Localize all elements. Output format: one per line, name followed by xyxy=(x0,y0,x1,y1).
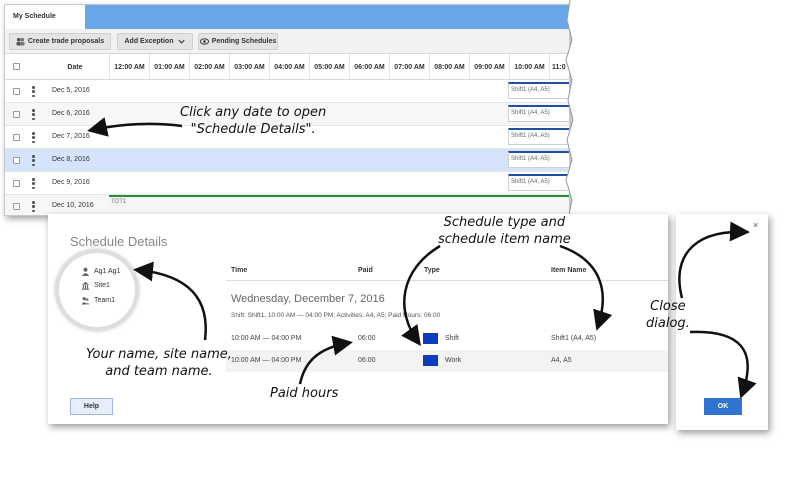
eye-icon xyxy=(199,38,209,45)
schedule-row[interactable]: Dec 8, 2016 Shift1 (A4, A5) xyxy=(5,149,569,172)
dialog-right-fragment: × OK xyxy=(676,214,768,430)
date-column-header[interactable]: Date xyxy=(41,54,109,80)
detail-paid: 06:00 xyxy=(358,335,376,342)
hour-header: 04:00 AM xyxy=(269,54,309,80)
create-trade-proposals-label: Create trade proposals xyxy=(27,38,105,45)
hour-header: 02:00 AM xyxy=(189,54,229,80)
pending-schedules-button[interactable]: Pending Schedules xyxy=(198,33,278,50)
schedule-row[interactable]: Dec 5, 2016 Shift1 (A4, A5) xyxy=(5,80,569,103)
hour-header: 12:00 AM xyxy=(109,54,149,80)
detail-item: A4, A5 xyxy=(551,357,572,364)
add-exception-label: Add Exception xyxy=(124,38,174,45)
dialog-title: Schedule Details xyxy=(70,234,168,249)
type-color-swatch xyxy=(423,333,438,344)
row-menu-icon[interactable] xyxy=(32,132,35,143)
row-checkbox[interactable] xyxy=(13,111,20,118)
agent-name: Ag1 Ag1 xyxy=(81,267,120,276)
hour-header: 05:00 AM xyxy=(309,54,349,80)
row-date[interactable]: Dec 8, 2016 xyxy=(52,156,90,163)
hour-header: 08:00 AM xyxy=(429,54,469,80)
building-icon xyxy=(81,281,90,290)
day-title: Wednesday, December 7, 2016 xyxy=(231,293,385,305)
schedule-row[interactable]: Dec 10, 2016 TOT1 xyxy=(5,195,569,215)
create-trade-proposals-button[interactable]: Create trade proposals xyxy=(9,33,111,50)
hour-header: 10:00 AM xyxy=(509,54,549,80)
type-color-swatch xyxy=(423,355,438,366)
annotation-close-dialog: Close dialog. xyxy=(646,299,690,331)
annotation-schedule-type: Schedule type and schedule item name xyxy=(438,215,571,247)
item-name-column-header: Item Name xyxy=(551,267,587,274)
schedule-grid-header: Date 12:00 AM 01:00 AM 02:00 AM 03:00 AM… xyxy=(5,54,569,80)
select-all-checkbox[interactable] xyxy=(13,63,20,70)
row-menu-icon[interactable] xyxy=(32,178,35,189)
time-off-bar[interactable]: TOT1 xyxy=(109,195,569,211)
hour-header: 01:00 AM xyxy=(149,54,189,80)
team-icon xyxy=(81,297,90,305)
row-date[interactable]: Dec 10, 2016 xyxy=(52,202,94,209)
detail-type: Work xyxy=(445,357,462,364)
row-date[interactable]: Dec 5, 2016 xyxy=(52,87,90,94)
detail-row: 10:00 AM — 04:00 PM 06:00 Shift Shift1 (… xyxy=(226,328,668,350)
hour-header: 03:00 AM xyxy=(229,54,269,80)
detail-time: 10:00 AM — 04:00 PM xyxy=(231,357,302,364)
detail-item: Shift1 (A4, A5) xyxy=(551,335,597,342)
row-menu-icon[interactable] xyxy=(32,109,35,120)
annotation-click-date: Click any date to open "Schedule Details… xyxy=(180,105,327,137)
add-exception-button[interactable]: Add Exception xyxy=(117,33,193,50)
row-date[interactable]: Dec 7, 2016 xyxy=(52,133,90,140)
detail-row: 10:00 AM — 04:00 PM 06:00 Work A4, A5 xyxy=(226,350,668,372)
time-column-header: Time xyxy=(231,267,248,274)
hour-header: 09:00 AM xyxy=(469,54,509,80)
site-name-label: Site1 xyxy=(94,282,110,289)
row-date[interactable]: Dec 6, 2016 xyxy=(52,110,90,117)
agent-name-label: Ag1 Ag1 xyxy=(94,268,121,275)
trade-people-icon xyxy=(16,37,25,46)
torn-edge-decoration xyxy=(565,0,590,220)
row-date[interactable]: Dec 9, 2016 xyxy=(52,179,90,186)
team-name-label: Team1 xyxy=(94,297,116,304)
detail-type: Shift xyxy=(445,335,460,342)
header-divider xyxy=(226,280,668,281)
row-menu-icon[interactable] xyxy=(32,155,35,166)
paid-column-header: Paid xyxy=(358,267,373,274)
detail-time: 10:00 AM — 04:00 PM xyxy=(231,335,302,342)
site-name: Site1 xyxy=(81,281,110,290)
toolbar: Create trade proposals Add Exception Pen… xyxy=(5,29,569,54)
team-name: Team1 xyxy=(81,296,115,305)
hour-header: 07:00 AM xyxy=(389,54,429,80)
row-checkbox[interactable] xyxy=(13,203,20,210)
schedule-details-dialog: Schedule Details Ag1 Ag1 Site1 Team1 Tim… xyxy=(48,214,668,424)
close-icon[interactable]: × xyxy=(753,220,758,230)
annotation-paid-hours: Paid hours xyxy=(270,386,339,401)
detail-paid: 06:00 xyxy=(358,357,376,364)
pending-schedules-label: Pending Schedules xyxy=(211,38,277,45)
row-checkbox[interactable] xyxy=(13,157,20,164)
chevron-down-icon xyxy=(177,39,185,44)
person-icon xyxy=(81,267,90,276)
row-menu-icon[interactable] xyxy=(32,201,35,212)
row-menu-icon[interactable] xyxy=(32,86,35,97)
row-checkbox[interactable] xyxy=(13,134,20,141)
row-checkbox[interactable] xyxy=(13,180,20,187)
shift-summary: Shift: Shift1, 10:00 AM — 04:00 PM; Acti… xyxy=(231,312,441,319)
hour-header: 06:00 AM xyxy=(349,54,389,80)
help-button[interactable]: Help xyxy=(70,398,113,415)
annotation-your-name: Your name, site name, and team name. xyxy=(86,347,232,379)
tab-bar: My Schedule xyxy=(5,5,569,29)
ok-button[interactable]: OK xyxy=(704,398,742,415)
type-column-header: Type xyxy=(424,267,440,274)
highlight-circle xyxy=(56,250,138,330)
row-checkbox[interactable] xyxy=(13,88,20,95)
schedule-row[interactable]: Dec 9, 2016 Shift1 (A4, A5) xyxy=(5,172,569,195)
tab-my-schedule[interactable]: My Schedule xyxy=(5,5,85,29)
